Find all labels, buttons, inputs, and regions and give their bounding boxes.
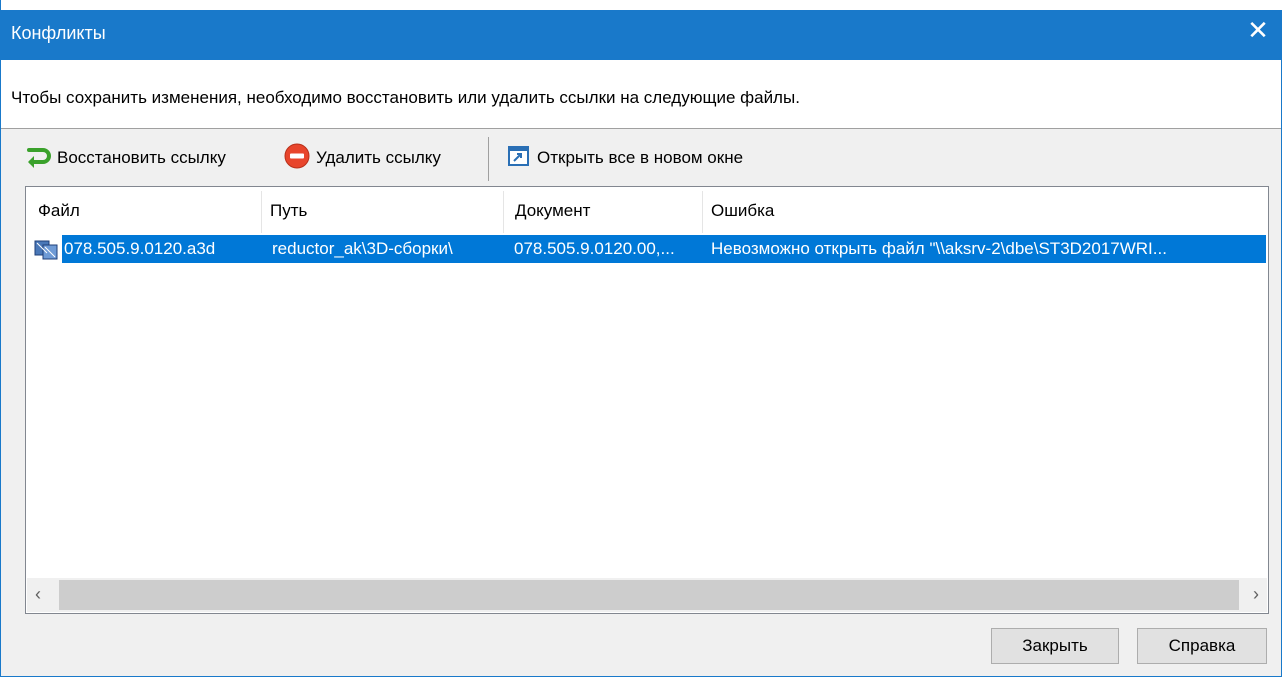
scroll-thumb[interactable] bbox=[59, 580, 1239, 610]
new-window-icon bbox=[507, 144, 531, 173]
column-divider[interactable] bbox=[702, 191, 703, 233]
toolbar: Восстановить ссылку Удалить ссылку Откры… bbox=[1, 131, 1281, 185]
open-all-label: Открыть все в новом окне bbox=[537, 148, 744, 167]
assembly-file-icon bbox=[34, 237, 60, 266]
column-header-document[interactable]: Документ bbox=[515, 201, 590, 221]
column-header-file[interactable]: Файл bbox=[38, 201, 80, 221]
delete-circle-icon bbox=[284, 143, 310, 174]
delete-link-label: Удалить ссылку bbox=[316, 148, 441, 167]
cell-path: reductor_ak\3D-сборки\ bbox=[272, 239, 453, 258]
close-icon[interactable]: ✕ bbox=[1243, 15, 1273, 45]
column-header-error[interactable]: Ошибка bbox=[711, 201, 774, 221]
conflicts-dialog: Конфликты ✕ Чтобы сохранить изменения, н… bbox=[0, 0, 1282, 677]
conflicts-list[interactable]: Файл Путь Документ Ошибка 078.505.9.0120… bbox=[25, 186, 1269, 614]
restore-link-label: Восстановить ссылку bbox=[57, 148, 226, 167]
title-bar-fill: Конфликты ✕ bbox=[1, 10, 1282, 60]
notice-text: Чтобы сохранить изменения, необходимо во… bbox=[11, 88, 800, 107]
column-divider[interactable] bbox=[503, 191, 504, 233]
restore-link-button[interactable]: Восстановить ссылку bbox=[25, 143, 226, 173]
help-button-label: Справка bbox=[1168, 636, 1236, 655]
close-button-label: Закрыть bbox=[1022, 636, 1088, 655]
column-divider[interactable] bbox=[261, 191, 262, 233]
table-row[interactable]: 078.505.9.0120.a3d reductor_ak\3D-сборки… bbox=[34, 235, 1266, 263]
notice-panel: Чтобы сохранить изменения, необходимо во… bbox=[1, 60, 1281, 129]
scroll-left-icon[interactable]: ‹ bbox=[35, 584, 41, 605]
delete-link-button[interactable]: Удалить ссылку bbox=[284, 143, 441, 173]
row-selection: 078.505.9.0120.a3d reductor_ak\3D-сборки… bbox=[62, 235, 1266, 263]
open-all-button[interactable]: Открыть все в новом окне bbox=[507, 143, 743, 173]
title-bar: Конфликты ✕ bbox=[1, 0, 1282, 60]
column-header-path[interactable]: Путь bbox=[270, 201, 307, 221]
help-button[interactable]: Справка bbox=[1137, 628, 1267, 664]
scroll-right-icon[interactable]: › bbox=[1253, 584, 1259, 605]
cell-file: 078.505.9.0120.a3d bbox=[64, 239, 216, 258]
toolbar-separator bbox=[488, 137, 489, 181]
horizontal-scrollbar[interactable]: ‹ › bbox=[27, 578, 1267, 612]
restore-arrow-icon bbox=[25, 144, 51, 173]
close-button[interactable]: Закрыть bbox=[991, 628, 1119, 664]
cell-error: Невозможно открыть файл "\\aksrv-2\dbe\S… bbox=[711, 239, 1167, 258]
cell-document: 078.505.9.0120.00,... bbox=[514, 239, 675, 258]
window-title: Конфликты bbox=[11, 23, 106, 43]
